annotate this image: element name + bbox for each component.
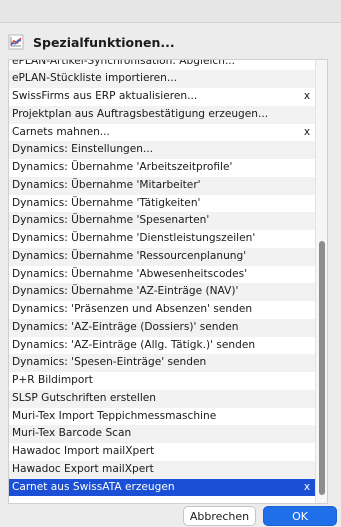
- chart-icon: [8, 34, 24, 50]
- list-item-label: Projektplan aus Auftragsbestätigung erze…: [12, 107, 269, 120]
- list-item-label: Dynamics: Übernahme 'Abwesenheitscodes': [12, 267, 248, 280]
- list-item[interactable]: Hawadoc Export mailXpert: [9, 460, 315, 479]
- list-item-selected[interactable]: Carnet aus SwissATA erzeugen x: [9, 478, 315, 497]
- list-item[interactable]: Dynamics: 'Spesen-Einträge' senden: [9, 354, 315, 372]
- list-item-label: Dynamics: Übernahme 'Dienstleistungszeil…: [12, 232, 256, 244]
- list-item-label: ePLAN-Artikel-Synchronisation: Abgleich.…: [12, 59, 236, 67]
- list-item-label: Muri-Tex Import Teppichmessmaschine: [12, 409, 217, 422]
- list-item[interactable]: Dynamics: Einstellungen...: [9, 141, 315, 159]
- function-list-items: ePLAN-Artikel-Synchronisation: Abgleich.…: [9, 59, 315, 497]
- window-titlebar[interactable]: [0, 0, 341, 22]
- list-item[interactable]: SwissFirms aus ERP aktualisieren... x: [9, 88, 315, 106]
- list-item-mark: x: [303, 480, 311, 493]
- list-item-label: Hawadoc Export mailXpert: [12, 462, 154, 475]
- list-item-label: Carnets mahnen...: [12, 125, 110, 138]
- list-item-label: SwissFirms aus ERP aktualisieren...: [12, 90, 198, 102]
- list-item[interactable]: ePLAN-Artikel-Synchronisation: Abgleich.…: [9, 59, 315, 70]
- list-item-label: Dynamics: Übernahme 'Arbeitszeitprofile': [12, 161, 233, 173]
- list-item[interactable]: Dynamics: Übernahme 'Abwesenheitscodes': [9, 266, 315, 284]
- list-item[interactable]: Dynamics: Übernahme 'Spesenarten': [9, 212, 315, 230]
- list-item-label: Dynamics: Einstellungen...: [12, 143, 154, 156]
- function-list[interactable]: ePLAN-Artikel-Synchronisation: Abgleich.…: [8, 59, 328, 504]
- list-item[interactable]: P+R Bildimport: [9, 372, 315, 390]
- list-item-label: Dynamics: Übernahme 'Tätigkeiten': [12, 196, 201, 209]
- list-item[interactable]: Muri-Tex Import Teppichmessmaschine: [9, 408, 315, 426]
- list-item[interactable]: Carnets mahnen... x: [9, 124, 315, 142]
- list-item-label: Dynamics: 'Präsenzen und Absenzen' sende…: [12, 303, 253, 315]
- list-item-label: Carnet aus SwissATA erzeugen: [12, 480, 175, 493]
- list-item[interactable]: Dynamics: 'Präsenzen und Absenzen' sende…: [9, 301, 315, 319]
- list-item-label: Dynamics: Übernahme 'AZ-Einträge (NAV)': [12, 285, 239, 298]
- dialog-title: Spezialfunktionen...: [33, 35, 175, 50]
- list-item[interactable]: Dynamics: Übernahme 'Tätigkeiten': [9, 195, 315, 213]
- list-item[interactable]: Dynamics: Übernahme 'Dienstleistungszeil…: [9, 230, 315, 248]
- list-item-mark: x: [303, 90, 311, 102]
- list-item[interactable]: Projektplan aus Auftragsbestätigung erze…: [9, 105, 315, 124]
- list-item-label: Dynamics: 'AZ-Einträge (Allg. Tätigk.)' …: [12, 338, 256, 351]
- list-item[interactable]: Dynamics: 'AZ-Einträge (Allg. Tätigk.)' …: [9, 337, 315, 355]
- list-item[interactable]: ePLAN-Stückliste importieren...: [9, 70, 315, 88]
- list-item[interactable]: Dynamics: Übernahme 'AZ-Einträge (NAV)': [9, 283, 315, 301]
- list-item-label: SLSP Gutschriften erstellen: [12, 391, 157, 404]
- list-item[interactable]: Dynamics: 'AZ-Einträge (Dossiers)' sende…: [9, 318, 315, 337]
- list-item[interactable]: Dynamics: Übernahme 'Arbeitszeitprofile': [9, 159, 315, 177]
- scrollbar-thumb[interactable]: [319, 241, 325, 495]
- list-item-label: Dynamics: Übernahme 'Mitarbeiter': [12, 178, 201, 191]
- dialog-header: Spezialfunktionen...: [0, 23, 341, 59]
- list-item[interactable]: Dynamics: Übernahme 'Ressourcenplanung': [9, 247, 315, 266]
- list-item-label: Dynamics: 'Spesen-Einträge' senden: [12, 356, 207, 369]
- list-item[interactable]: SLSP Gutschriften erstellen: [9, 389, 315, 408]
- vertical-scrollbar[interactable]: [315, 60, 327, 503]
- list-item-label: P+R Bildimport: [12, 374, 93, 386]
- cancel-button[interactable]: Abbrechen: [183, 506, 256, 526]
- list-item-label: ePLAN-Stückliste importieren...: [12, 72, 177, 85]
- list-item-label: Dynamics: Übernahme 'Ressourcenplanung': [12, 249, 247, 262]
- list-item-label: Muri-Tex Barcode Scan: [12, 427, 132, 440]
- ok-button[interactable]: OK: [263, 506, 337, 526]
- list-item-mark: x: [303, 125, 311, 138]
- list-item[interactable]: Hawadoc Import mailXpert: [9, 443, 315, 461]
- list-item-label: Dynamics: 'AZ-Einträge (Dossiers)' sende…: [12, 320, 239, 333]
- list-item[interactable]: Dynamics: Übernahme 'Mitarbeiter': [9, 176, 315, 195]
- list-item[interactable]: Muri-Tex Barcode Scan: [9, 425, 315, 443]
- list-item-label: Hawadoc Import mailXpert: [12, 445, 155, 457]
- list-item-label: Dynamics: Übernahme 'Spesenarten': [12, 214, 210, 227]
